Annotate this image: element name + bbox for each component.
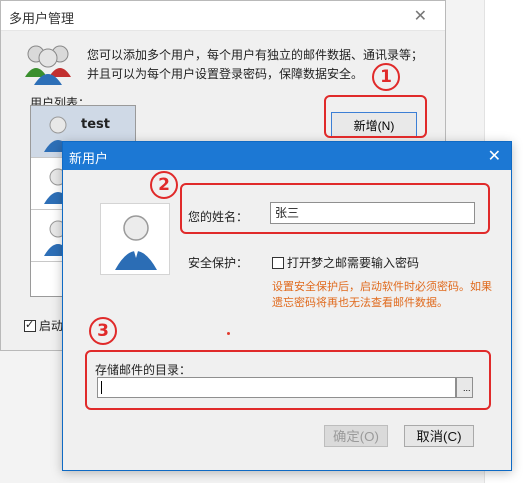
security-label: 安全保护： — [188, 256, 249, 270]
annotation-number-3: 3 — [89, 317, 117, 345]
security-option[interactable]: 打开梦之邮需要输入密码 — [272, 254, 419, 271]
title-bar: 多用户管理 ✕ — [1, 1, 445, 31]
cancel-button[interactable]: 取消(C) — [404, 425, 474, 447]
users-icon — [25, 45, 71, 85]
avatar-frame[interactable] — [100, 203, 170, 275]
ok-button[interactable]: 确定(O) — [324, 425, 388, 447]
annotation-box-1 — [324, 95, 427, 138]
startup-checkbox[interactable] — [24, 318, 36, 332]
user-name: test — [81, 117, 110, 132]
close-icon[interactable]: ✕ — [488, 146, 501, 165]
security-hint: 设置安全保护后，启动软件时必须密码。如果遗忘密码将再也无法查看邮件数据。 — [272, 280, 492, 309]
annotation-box-3 — [85, 350, 491, 410]
dialog-title-bar: 新用户 ✕ — [63, 142, 511, 170]
close-icon[interactable]: ✕ — [414, 6, 427, 25]
security-checkbox[interactable] — [272, 257, 284, 269]
annotation-number-1: 1 — [372, 63, 400, 91]
dialog-title: 新用户 — [69, 152, 109, 167]
window-title: 多用户管理 — [9, 12, 75, 27]
security-checkbox-label: 打开梦之邮需要输入密码 — [287, 256, 420, 270]
decorative-dot — [227, 332, 230, 335]
annotation-box-2 — [180, 183, 490, 234]
annotation-number-2: 2 — [150, 171, 178, 199]
avatar-icon — [115, 215, 157, 270]
